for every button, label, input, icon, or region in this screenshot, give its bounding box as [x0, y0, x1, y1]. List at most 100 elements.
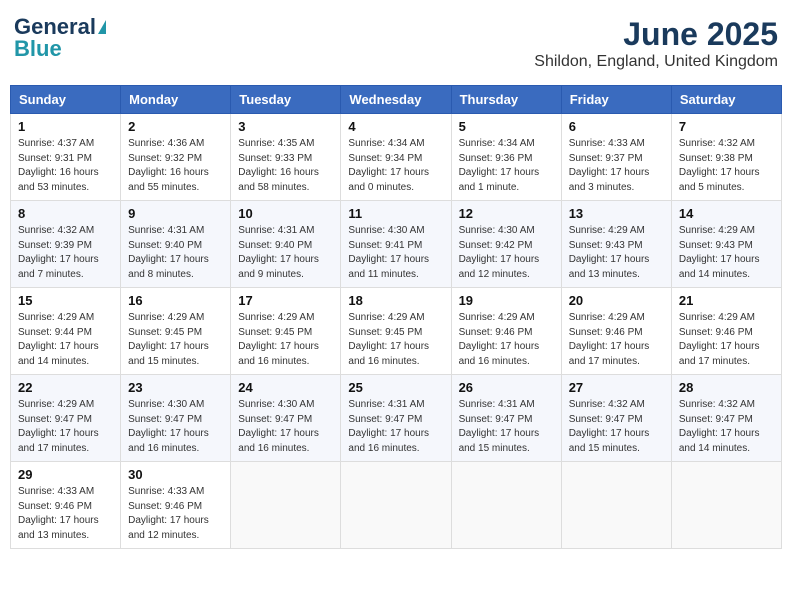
calendar-week-row: 15 Sunrise: 4:29 AM Sunset: 9:44 PM Dayli… [11, 288, 782, 375]
day-number: 24 [238, 380, 333, 395]
calendar-cell: 19 Sunrise: 4:29 AM Sunset: 9:46 PM Dayli… [451, 288, 561, 375]
calendar-cell: 21 Sunrise: 4:29 AM Sunset: 9:46 PM Dayli… [671, 288, 781, 375]
day-info: Sunrise: 4:29 AM Sunset: 9:43 PM Dayligh… [679, 224, 774, 282]
calendar-cell: 15 Sunrise: 4:29 AM Sunset: 9:44 PM Dayli… [11, 288, 121, 375]
column-header-tuesday: Tuesday [231, 86, 341, 114]
day-info: Sunrise: 4:29 AM Sunset: 9:46 PM Dayligh… [679, 311, 774, 369]
day-info: Sunrise: 4:34 AM Sunset: 9:34 PM Dayligh… [348, 137, 443, 195]
location-title: Shildon, England, United Kingdom [534, 53, 778, 71]
calendar-cell [561, 462, 671, 549]
day-info: Sunrise: 4:32 AM Sunset: 9:47 PM Dayligh… [569, 398, 664, 456]
day-number: 10 [238, 206, 333, 221]
calendar-cell: 5 Sunrise: 4:34 AM Sunset: 9:36 PM Daylig… [451, 114, 561, 201]
day-number: 30 [128, 467, 223, 482]
calendar-cell: 22Sunrise: 4:29 AM Sunset: 9:47 PM Dayli… [11, 375, 121, 462]
day-number: 9 [128, 206, 223, 221]
day-number: 2 [128, 119, 223, 134]
day-number: 12 [459, 206, 554, 221]
calendar-table: SundayMondayTuesdayWednesdayThursdayFrid… [10, 85, 782, 549]
column-header-saturday: Saturday [671, 86, 781, 114]
column-header-wednesday: Wednesday [341, 86, 451, 114]
calendar-cell: 2 Sunrise: 4:36 AM Sunset: 9:32 PM Daylig… [121, 114, 231, 201]
day-info: Sunrise: 4:30 AM Sunset: 9:42 PM Dayligh… [459, 224, 554, 282]
day-number: 3 [238, 119, 333, 134]
day-info: Sunrise: 4:30 AM Sunset: 9:47 PM Dayligh… [238, 398, 333, 456]
day-number: 21 [679, 293, 774, 308]
day-number: 23 [128, 380, 223, 395]
day-number: 8 [18, 206, 113, 221]
day-number: 7 [679, 119, 774, 134]
calendar-week-row: 1 Sunrise: 4:37 AM Sunset: 9:31 PM Daylig… [11, 114, 782, 201]
calendar-cell: 9 Sunrise: 4:31 AM Sunset: 9:40 PM Daylig… [121, 201, 231, 288]
column-header-friday: Friday [561, 86, 671, 114]
day-info: Sunrise: 4:32 AM Sunset: 9:47 PM Dayligh… [679, 398, 774, 456]
day-info: Sunrise: 4:32 AM Sunset: 9:38 PM Dayligh… [679, 137, 774, 195]
calendar-cell [671, 462, 781, 549]
day-info: Sunrise: 4:33 AM Sunset: 9:37 PM Dayligh… [569, 137, 664, 195]
calendar-cell: 7 Sunrise: 4:32 AM Sunset: 9:38 PM Daylig… [671, 114, 781, 201]
day-info: Sunrise: 4:30 AM Sunset: 9:47 PM Dayligh… [128, 398, 223, 456]
calendar-cell: 18 Sunrise: 4:29 AM Sunset: 9:45 PM Dayli… [341, 288, 451, 375]
day-info: Sunrise: 4:29 AM Sunset: 9:45 PM Dayligh… [238, 311, 333, 369]
calendar-cell: 23 Sunrise: 4:30 AM Sunset: 9:47 PM Dayli… [121, 375, 231, 462]
calendar-cell: 26 Sunrise: 4:31 AM Sunset: 9:47 PM Dayli… [451, 375, 561, 462]
day-info: Sunrise: 4:31 AM Sunset: 9:40 PM Dayligh… [238, 224, 333, 282]
day-number: 19 [459, 293, 554, 308]
calendar-cell [231, 462, 341, 549]
calendar-week-row: 29Sunrise: 4:33 AM Sunset: 9:46 PM Dayli… [11, 462, 782, 549]
calendar-cell: 11Sunrise: 4:30 AM Sunset: 9:41 PM Dayli… [341, 201, 451, 288]
day-info: Sunrise: 4:36 AM Sunset: 9:32 PM Dayligh… [128, 137, 223, 195]
day-info: Sunrise: 4:34 AM Sunset: 9:36 PM Dayligh… [459, 137, 554, 195]
logo-text-blue: Blue [14, 38, 62, 60]
day-info: Sunrise: 4:29 AM Sunset: 9:43 PM Dayligh… [569, 224, 664, 282]
day-info: Sunrise: 4:29 AM Sunset: 9:46 PM Dayligh… [459, 311, 554, 369]
day-number: 17 [238, 293, 333, 308]
day-number: 18 [348, 293, 443, 308]
calendar-cell [451, 462, 561, 549]
calendar-cell: 16 Sunrise: 4:29 AM Sunset: 9:45 PM Dayli… [121, 288, 231, 375]
calendar-cell [341, 462, 451, 549]
calendar-cell: 8Sunrise: 4:32 AM Sunset: 9:39 PM Daylig… [11, 201, 121, 288]
calendar-cell: 14 Sunrise: 4:29 AM Sunset: 9:43 PM Dayli… [671, 201, 781, 288]
day-info: Sunrise: 4:29 AM Sunset: 9:47 PM Dayligh… [18, 398, 113, 456]
day-info: Sunrise: 4:31 AM Sunset: 9:47 PM Dayligh… [348, 398, 443, 456]
calendar-cell: 17 Sunrise: 4:29 AM Sunset: 9:45 PM Dayli… [231, 288, 341, 375]
calendar-cell: 12 Sunrise: 4:30 AM Sunset: 9:42 PM Dayli… [451, 201, 561, 288]
day-number: 13 [569, 206, 664, 221]
day-number: 14 [679, 206, 774, 221]
calendar-week-row: 8Sunrise: 4:32 AM Sunset: 9:39 PM Daylig… [11, 201, 782, 288]
day-info: Sunrise: 4:35 AM Sunset: 9:33 PM Dayligh… [238, 137, 333, 195]
day-info: Sunrise: 4:29 AM Sunset: 9:44 PM Dayligh… [18, 311, 113, 369]
calendar-cell: 3 Sunrise: 4:35 AM Sunset: 9:33 PM Daylig… [231, 114, 341, 201]
day-number: 4 [348, 119, 443, 134]
day-info: Sunrise: 4:31 AM Sunset: 9:40 PM Dayligh… [128, 224, 223, 282]
column-header-thursday: Thursday [451, 86, 561, 114]
day-info: Sunrise: 4:29 AM Sunset: 9:45 PM Dayligh… [128, 311, 223, 369]
month-title: June 2025 [534, 16, 778, 53]
day-info: Sunrise: 4:29 AM Sunset: 9:45 PM Dayligh… [348, 311, 443, 369]
day-number: 26 [459, 380, 554, 395]
day-number: 5 [459, 119, 554, 134]
logo: General Blue [14, 16, 106, 60]
day-info: Sunrise: 4:33 AM Sunset: 9:46 PM Dayligh… [128, 485, 223, 543]
column-header-monday: Monday [121, 86, 231, 114]
day-info: Sunrise: 4:33 AM Sunset: 9:46 PM Dayligh… [18, 485, 113, 543]
day-info: Sunrise: 4:37 AM Sunset: 9:31 PM Dayligh… [18, 137, 113, 195]
calendar-cell: 24 Sunrise: 4:30 AM Sunset: 9:47 PM Dayli… [231, 375, 341, 462]
column-header-sunday: Sunday [11, 86, 121, 114]
calendar-cell: 1 Sunrise: 4:37 AM Sunset: 9:31 PM Daylig… [11, 114, 121, 201]
day-number: 1 [18, 119, 113, 134]
day-number: 6 [569, 119, 664, 134]
title-area: June 2025 Shildon, England, United Kingd… [534, 16, 778, 71]
calendar-header-row: SundayMondayTuesdayWednesdayThursdayFrid… [11, 86, 782, 114]
day-number: 16 [128, 293, 223, 308]
calendar-cell: 27 Sunrise: 4:32 AM Sunset: 9:47 PM Dayli… [561, 375, 671, 462]
day-number: 27 [569, 380, 664, 395]
header: General Blue June 2025 Shildon, England,… [10, 10, 782, 77]
day-number: 15 [18, 293, 113, 308]
calendar-cell: 4 Sunrise: 4:34 AM Sunset: 9:34 PM Daylig… [341, 114, 451, 201]
calendar-cell: 25Sunrise: 4:31 AM Sunset: 9:47 PM Dayli… [341, 375, 451, 462]
day-info: Sunrise: 4:31 AM Sunset: 9:47 PM Dayligh… [459, 398, 554, 456]
logo-text-general: General [14, 16, 96, 38]
day-number: 20 [569, 293, 664, 308]
